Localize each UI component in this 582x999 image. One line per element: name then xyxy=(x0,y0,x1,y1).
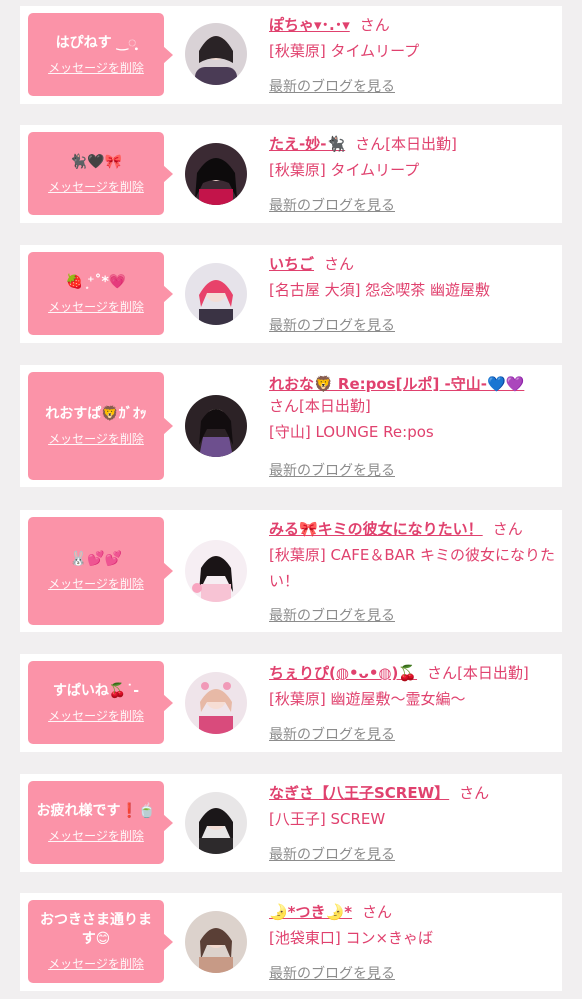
shop-label: [守山] LOUNGE Re:pos xyxy=(269,423,434,441)
name-line: たえ-妙-🐈‍⬛ さん[本日出勤] xyxy=(269,133,559,155)
latest-blog-link[interactable]: 最新のブログを見る xyxy=(269,724,395,744)
honorific: さん xyxy=(427,664,458,682)
message-card: すぱいね🍒˙- メッセージを削除 ちぇりぴ(◍•ᴗ•◍)🍒 さん[本日出勤] [秋… xyxy=(20,654,562,752)
cast-name-link[interactable]: 🌛*つき🌛* xyxy=(269,903,352,921)
message-card: お疲れ様です❗️🍵 メッセージを削除 なぎさ【八王子SCREW】 さん [八王子]… xyxy=(20,774,562,872)
name-line: いちご さん xyxy=(269,253,559,275)
avatar[interactable] xyxy=(185,540,247,602)
avatar[interactable] xyxy=(185,23,247,85)
shop-label: [八王子] SCREW xyxy=(269,810,386,828)
message-card: 🐰💕💕 メッセージを削除 みる🎀キミの彼女になりたい！ さん [秋葉原] CAFE… xyxy=(20,510,562,632)
cast-name-link[interactable]: ぽちゃ▾･.･▾ xyxy=(269,16,350,34)
message-text: 🐰💕💕 xyxy=(69,551,123,567)
name-line: 🌛*つき🌛* さん xyxy=(269,901,559,923)
cast-info: みる🎀キミの彼女になりたい！ さん [秋葉原] CAFE＆BAR キミの彼女になり… xyxy=(269,518,559,624)
delete-message-link[interactable]: メッセージを削除 xyxy=(48,575,144,592)
latest-blog-link[interactable]: 最新のブログを見る xyxy=(269,76,395,96)
status-label: [本日出勤] xyxy=(457,664,529,682)
message-card: 🐈‍⬛🖤🎀 メッセージを削除 たえ-妙-🐈‍⬛ さん[本日出勤] [秋葉原] タイ… xyxy=(20,125,562,223)
name-line: ちぇりぴ(◍•ᴗ•◍)🍒 さん[本日出勤] xyxy=(269,662,559,684)
cast-info: たえ-妙-🐈‍⬛ さん[本日出勤] [秋葉原] タイムリープ 最新のブログを見る xyxy=(269,133,559,214)
latest-blog-link[interactable]: 最新のブログを見る xyxy=(269,844,395,864)
message-text: はぴねす ‿◌̥̥͙ xyxy=(55,34,137,51)
message-bubble: 🍓 ͙⁺˚*💗 メッセージを削除 xyxy=(28,252,173,335)
delete-message-link[interactable]: メッセージを削除 xyxy=(48,707,144,724)
shop-label: [秋葉原] タイムリープ xyxy=(269,161,420,179)
message-text: おつきさま通ります😊 xyxy=(40,912,152,947)
message-bubble: おつきさま通ります😊 メッセージを削除 xyxy=(28,900,173,983)
status-label: [本日出勤] xyxy=(299,397,371,415)
message-text: れおすぱ🦁ｶﾞｵｯ xyxy=(45,406,147,422)
name-line: ぽちゃ▾･.･▾ さん xyxy=(269,14,559,36)
message-bubble: すぱいね🍒˙- メッセージを削除 xyxy=(28,661,173,744)
shop-label: [秋葉原] タイムリープ xyxy=(269,42,420,60)
latest-blog-link[interactable]: 最新のブログを見る xyxy=(269,315,395,335)
cast-info: れおな🦁 Re:pos[ルポ] -守山-💙💜 さん[本日出勤] [守山] LOUN… xyxy=(269,373,559,479)
cast-name-link[interactable]: なぎさ【八王子SCREW】 xyxy=(269,784,449,802)
honorific: さん xyxy=(355,135,386,153)
avatar[interactable] xyxy=(185,395,247,457)
message-text: お疲れ様です❗️🍵 xyxy=(36,802,156,819)
cast-name-link[interactable]: れおな🦁 Re:pos[ルポ] -守山-💙💜 xyxy=(269,375,524,393)
delete-message-link[interactable]: メッセージを削除 xyxy=(48,298,144,315)
shop-label: [秋葉原] 幽遊屋敷〜霊女編〜 xyxy=(269,690,466,708)
cast-info: ちぇりぴ(◍•ᴗ•◍)🍒 さん[本日出勤] [秋葉原] 幽遊屋敷〜霊女編〜 最新の… xyxy=(269,662,559,743)
cast-name-link[interactable]: いちご xyxy=(269,255,314,273)
message-card: おつきさま通ります😊 メッセージを削除 🌛*つき🌛* さん [池袋東口] コン×き… xyxy=(20,893,562,991)
delete-message-link[interactable]: メッセージを削除 xyxy=(48,178,144,195)
delete-message-link[interactable]: メッセージを削除 xyxy=(48,59,144,76)
cast-info: いちご さん [名古屋 大須] 怨念喫茶 幽遊屋敷 最新のブログを見る xyxy=(269,253,559,334)
cast-name-link[interactable]: みる🎀キミの彼女になりたい！ xyxy=(269,520,483,538)
avatar[interactable] xyxy=(185,792,247,854)
honorific: さん xyxy=(324,255,355,273)
cast-info: ぽちゃ▾･.･▾ さん [秋葉原] タイムリープ 最新のブログを見る xyxy=(269,14,559,95)
name-line: みる🎀キミの彼女になりたい！ さん xyxy=(269,518,559,540)
honorific: さん xyxy=(362,903,393,921)
message-bubble: はぴねす ‿◌̥̥͙ メッセージを削除 xyxy=(28,13,173,96)
message-text: すぱいね🍒˙- xyxy=(52,682,140,699)
cast-info: なぎさ【八王子SCREW】 さん [八王子] SCREW 最新のブログを見る xyxy=(269,782,559,863)
name-line: れおな🦁 Re:pos[ルポ] -守山-💙💜 さん[本日出勤] xyxy=(269,373,559,417)
message-card: はぴねす ‿◌̥̥͙ メッセージを削除 ぽちゃ▾･.･▾ さん [秋葉原] タイム… xyxy=(20,6,562,104)
cast-name-link[interactable]: たえ-妙-🐈‍⬛ xyxy=(269,135,345,153)
latest-blog-link[interactable]: 最新のブログを見る xyxy=(269,195,395,215)
delete-message-link[interactable]: メッセージを削除 xyxy=(48,955,144,972)
message-text: 🍓 ͙⁺˚*💗 xyxy=(65,273,127,290)
shop-label: [池袋東口] コン×きゃば xyxy=(269,929,434,947)
avatar[interactable] xyxy=(185,143,247,205)
honorific: さん xyxy=(459,784,490,802)
latest-blog-link[interactable]: 最新のブログを見る xyxy=(269,963,395,983)
shop-label: [秋葉原] CAFE＆BAR キミの彼女になりたい！ xyxy=(269,546,556,590)
latest-blog-link[interactable]: 最新のブログを見る xyxy=(269,460,395,480)
name-line: なぎさ【八王子SCREW】 さん xyxy=(269,782,559,804)
status-label: [本日出勤] xyxy=(385,135,457,153)
delete-message-link[interactable]: メッセージを削除 xyxy=(48,827,144,844)
message-text: 🐈‍⬛🖤🎀 xyxy=(69,153,123,170)
message-bubble: 🐈‍⬛🖤🎀 メッセージを削除 xyxy=(28,132,173,215)
honorific: さん xyxy=(359,16,390,34)
message-bubble: 🐰💕💕 メッセージを削除 xyxy=(28,517,173,625)
shop-label: [名古屋 大須] 怨念喫茶 幽遊屋敷 xyxy=(269,281,491,299)
message-card: れおすぱ🦁ｶﾞｵｯ メッセージを削除 れおな🦁 Re:pos[ルポ] -守山-💙… xyxy=(20,365,562,487)
avatar[interactable] xyxy=(185,263,247,325)
message-card: 🍓 ͙⁺˚*💗 メッセージを削除 いちご さん [名古屋 大須] 怨念喫茶 幽遊屋… xyxy=(20,245,562,343)
honorific: さん xyxy=(269,397,300,415)
avatar[interactable] xyxy=(185,911,247,973)
honorific: さん xyxy=(492,520,523,538)
avatar[interactable] xyxy=(185,672,247,734)
message-bubble: お疲れ様です❗️🍵 メッセージを削除 xyxy=(28,781,173,864)
delete-message-link[interactable]: メッセージを削除 xyxy=(48,430,144,447)
message-bubble: れおすぱ🦁ｶﾞｵｯ メッセージを削除 xyxy=(28,372,173,480)
cast-name-link[interactable]: ちぇりぴ(◍•ᴗ•◍)🍒 xyxy=(269,664,417,682)
cast-info: 🌛*つき🌛* さん [池袋東口] コン×きゃば 最新のブログを見る xyxy=(269,901,559,982)
latest-blog-link[interactable]: 最新のブログを見る xyxy=(269,605,395,625)
